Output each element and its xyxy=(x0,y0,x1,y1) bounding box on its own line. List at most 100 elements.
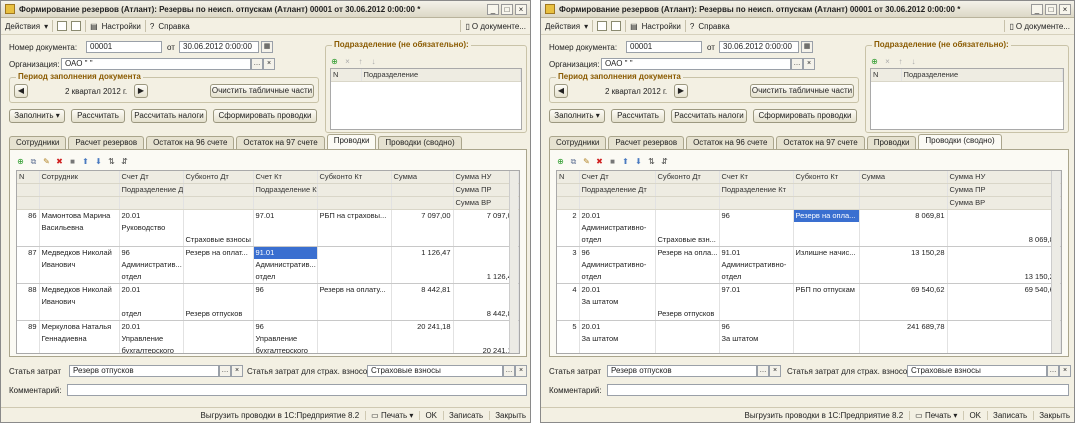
table-cell[interactable]: отдел xyxy=(119,271,184,284)
table-cell[interactable]: 7 097,00 xyxy=(391,209,454,222)
save-button[interactable]: Записать xyxy=(987,410,1027,420)
vertical-scrollbar[interactable] xyxy=(509,171,518,353)
table-row[interactable]: 86 Мамонтова Марина 20.01 97.01 РБП на страх… xyxy=(17,209,519,222)
calculate-button[interactable]: Рассчитать xyxy=(71,109,125,123)
table-cell[interactable] xyxy=(557,345,580,353)
table-cell[interactable] xyxy=(793,333,860,345)
table-cell[interactable] xyxy=(183,345,254,353)
table-row[interactable]: 5 20.01 96 241 689,78 xyxy=(557,320,1061,333)
postings-summary-table[interactable]: N Счет Дт Субконто Дт Счет Кт Субконто Кт Сум… xyxy=(556,170,1062,354)
copy-icon[interactable] xyxy=(597,21,608,31)
table-cell[interactable]: отдел xyxy=(579,234,656,247)
tab-balance-96[interactable]: Остаток на 96 счете xyxy=(686,136,775,149)
table-cell[interactable] xyxy=(859,296,948,308)
close-button[interactable]: × xyxy=(515,3,527,15)
sort-desc-icon[interactable]: ⇵ xyxy=(660,157,669,166)
table-cell[interactable]: Административно- xyxy=(579,222,656,234)
copy-icon[interactable] xyxy=(57,21,68,31)
vertical-scrollbar[interactable] xyxy=(1051,171,1060,353)
table-cell[interactable]: 88 xyxy=(17,283,40,296)
table-cell[interactable] xyxy=(579,345,656,353)
sort-asc-icon[interactable]: ⇅ xyxy=(647,157,656,166)
sort-asc-icon[interactable]: ⇅ xyxy=(107,157,116,166)
table-cell[interactable] xyxy=(793,308,860,321)
column-header[interactable]: N xyxy=(557,171,580,184)
table-cell[interactable]: Страховые взн... xyxy=(655,234,720,247)
table-cell[interactable] xyxy=(17,345,40,353)
column-header[interactable] xyxy=(183,196,254,210)
table-cell[interactable] xyxy=(39,234,120,247)
select-ellipsis-icon[interactable]: … xyxy=(251,58,263,70)
table-cell[interactable]: 1 126,47 xyxy=(391,246,454,259)
table-row[interactable]: отдел отдел 13 150,28 xyxy=(557,271,1061,284)
table-cell[interactable] xyxy=(947,259,1061,271)
table-cell[interactable] xyxy=(183,222,254,234)
table-cell[interactable] xyxy=(859,234,948,247)
table-cell[interactable] xyxy=(119,234,184,247)
table-cell[interactable]: 20.01 xyxy=(579,320,656,333)
cost-item-field[interactable]: Резерв отпусков xyxy=(69,365,219,377)
table-row[interactable]: Страховые взносы xyxy=(17,234,519,247)
table-row[interactable]: отдел Страховые взн... 8 069,81 xyxy=(557,234,1061,247)
column-header[interactable]: N xyxy=(17,171,40,184)
table-cell[interactable] xyxy=(39,345,120,353)
move-down-icon[interactable]: ⬇ xyxy=(634,157,643,166)
table-cell[interactable] xyxy=(17,308,40,321)
table-cell[interactable] xyxy=(793,234,860,247)
clear-icon[interactable]: × xyxy=(515,365,527,377)
table-cell[interactable]: 8 069,81 xyxy=(859,209,948,222)
column-header[interactable] xyxy=(183,183,254,197)
table-cell[interactable]: бухгалтерского xyxy=(253,345,318,353)
table-cell[interactable]: Излишне начис... xyxy=(793,246,860,259)
table-cell[interactable] xyxy=(793,345,860,353)
column-header[interactable] xyxy=(39,183,120,197)
cost-item-field[interactable]: Резерв отпусков xyxy=(607,365,757,377)
table-cell[interactable]: 96 xyxy=(719,320,794,333)
table-cell[interactable] xyxy=(947,222,1061,234)
settings-button[interactable]: Настройки xyxy=(642,22,681,31)
copy-row-icon[interactable]: ⧉ xyxy=(29,157,38,166)
add-row-icon[interactable]: ⊕ xyxy=(556,157,565,166)
table-cell[interactable] xyxy=(947,345,1061,353)
column-header[interactable] xyxy=(39,196,120,210)
table-row[interactable]: Административно- xyxy=(557,222,1061,234)
table-cell[interactable] xyxy=(719,296,794,308)
table-row[interactable] xyxy=(557,345,1061,353)
clear-icon[interactable]: × xyxy=(803,58,815,70)
table-cell[interactable] xyxy=(253,308,318,321)
table-row[interactable]: Геннадиевна Управление Управление xyxy=(17,333,519,345)
table-cell[interactable] xyxy=(655,222,720,234)
select-ellipsis-icon[interactable]: … xyxy=(503,365,515,377)
table-cell[interactable] xyxy=(39,271,120,284)
move-up-icon[interactable]: ⬆ xyxy=(81,157,90,166)
column-header[interactable]: Подразделение Кт xyxy=(253,183,318,197)
delete-icon[interactable]: × xyxy=(343,57,352,66)
table-cell[interactable]: 4 xyxy=(557,283,580,296)
table-cell[interactable] xyxy=(947,333,1061,345)
end-edit-icon[interactable]: ■ xyxy=(608,157,617,166)
table-cell[interactable]: 96 xyxy=(579,246,656,259)
save-icon[interactable] xyxy=(611,21,622,31)
table-cell[interactable] xyxy=(859,308,948,321)
table-cell[interactable] xyxy=(655,259,720,271)
maximize-button[interactable]: □ xyxy=(501,3,513,15)
table-cell[interactable]: 91.01 xyxy=(719,246,794,259)
table-cell[interactable] xyxy=(859,345,948,353)
table-cell[interactable] xyxy=(557,296,580,308)
table-cell[interactable] xyxy=(655,296,720,308)
table-cell[interactable]: отдел xyxy=(579,271,656,284)
table-cell[interactable] xyxy=(391,296,454,308)
column-header[interactable] xyxy=(119,196,184,210)
table-cell[interactable]: Административ... xyxy=(253,259,318,271)
help-button[interactable]: Справка xyxy=(158,22,189,31)
table-cell[interactable]: 20.01 xyxy=(119,283,184,296)
table-cell[interactable] xyxy=(317,246,392,259)
table-cell[interactable] xyxy=(317,333,392,345)
table-cell[interactable] xyxy=(183,283,254,296)
table-row[interactable]: Административно- Административно- xyxy=(557,259,1061,271)
table-cell[interactable]: Административно- xyxy=(579,259,656,271)
table-cell[interactable] xyxy=(655,320,720,333)
table-cell[interactable] xyxy=(793,296,860,308)
table-cell[interactable]: Резерв на оплат... xyxy=(183,246,254,259)
column-header[interactable] xyxy=(557,183,580,197)
